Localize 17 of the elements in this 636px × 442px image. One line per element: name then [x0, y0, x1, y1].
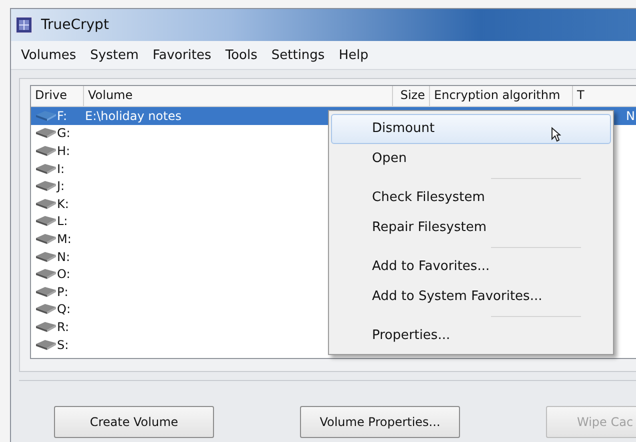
drive-letter: F: [57, 108, 68, 123]
window-title: TrueCrypt [41, 17, 109, 33]
drive-letter: G: [57, 126, 72, 140]
drive-letter: S: [57, 338, 70, 352]
table-cell: N [626, 108, 635, 123]
drive-letter: H: [57, 144, 72, 158]
drive-letter: Q: [57, 302, 72, 316]
volume-path: E:\holiday notes [85, 108, 182, 123]
drive-letter: R: [57, 320, 70, 334]
drive-letter: L: [57, 214, 69, 228]
drive-letter: I: [57, 162, 66, 176]
drive-letter: N: [57, 250, 72, 264]
drive-letter: J: [57, 179, 66, 194]
drive-letter: M: [57, 232, 72, 246]
drive-letter: O: [57, 267, 72, 282]
drive-letter: P: [57, 284, 70, 299]
drive-letter: K: [57, 196, 70, 211]
